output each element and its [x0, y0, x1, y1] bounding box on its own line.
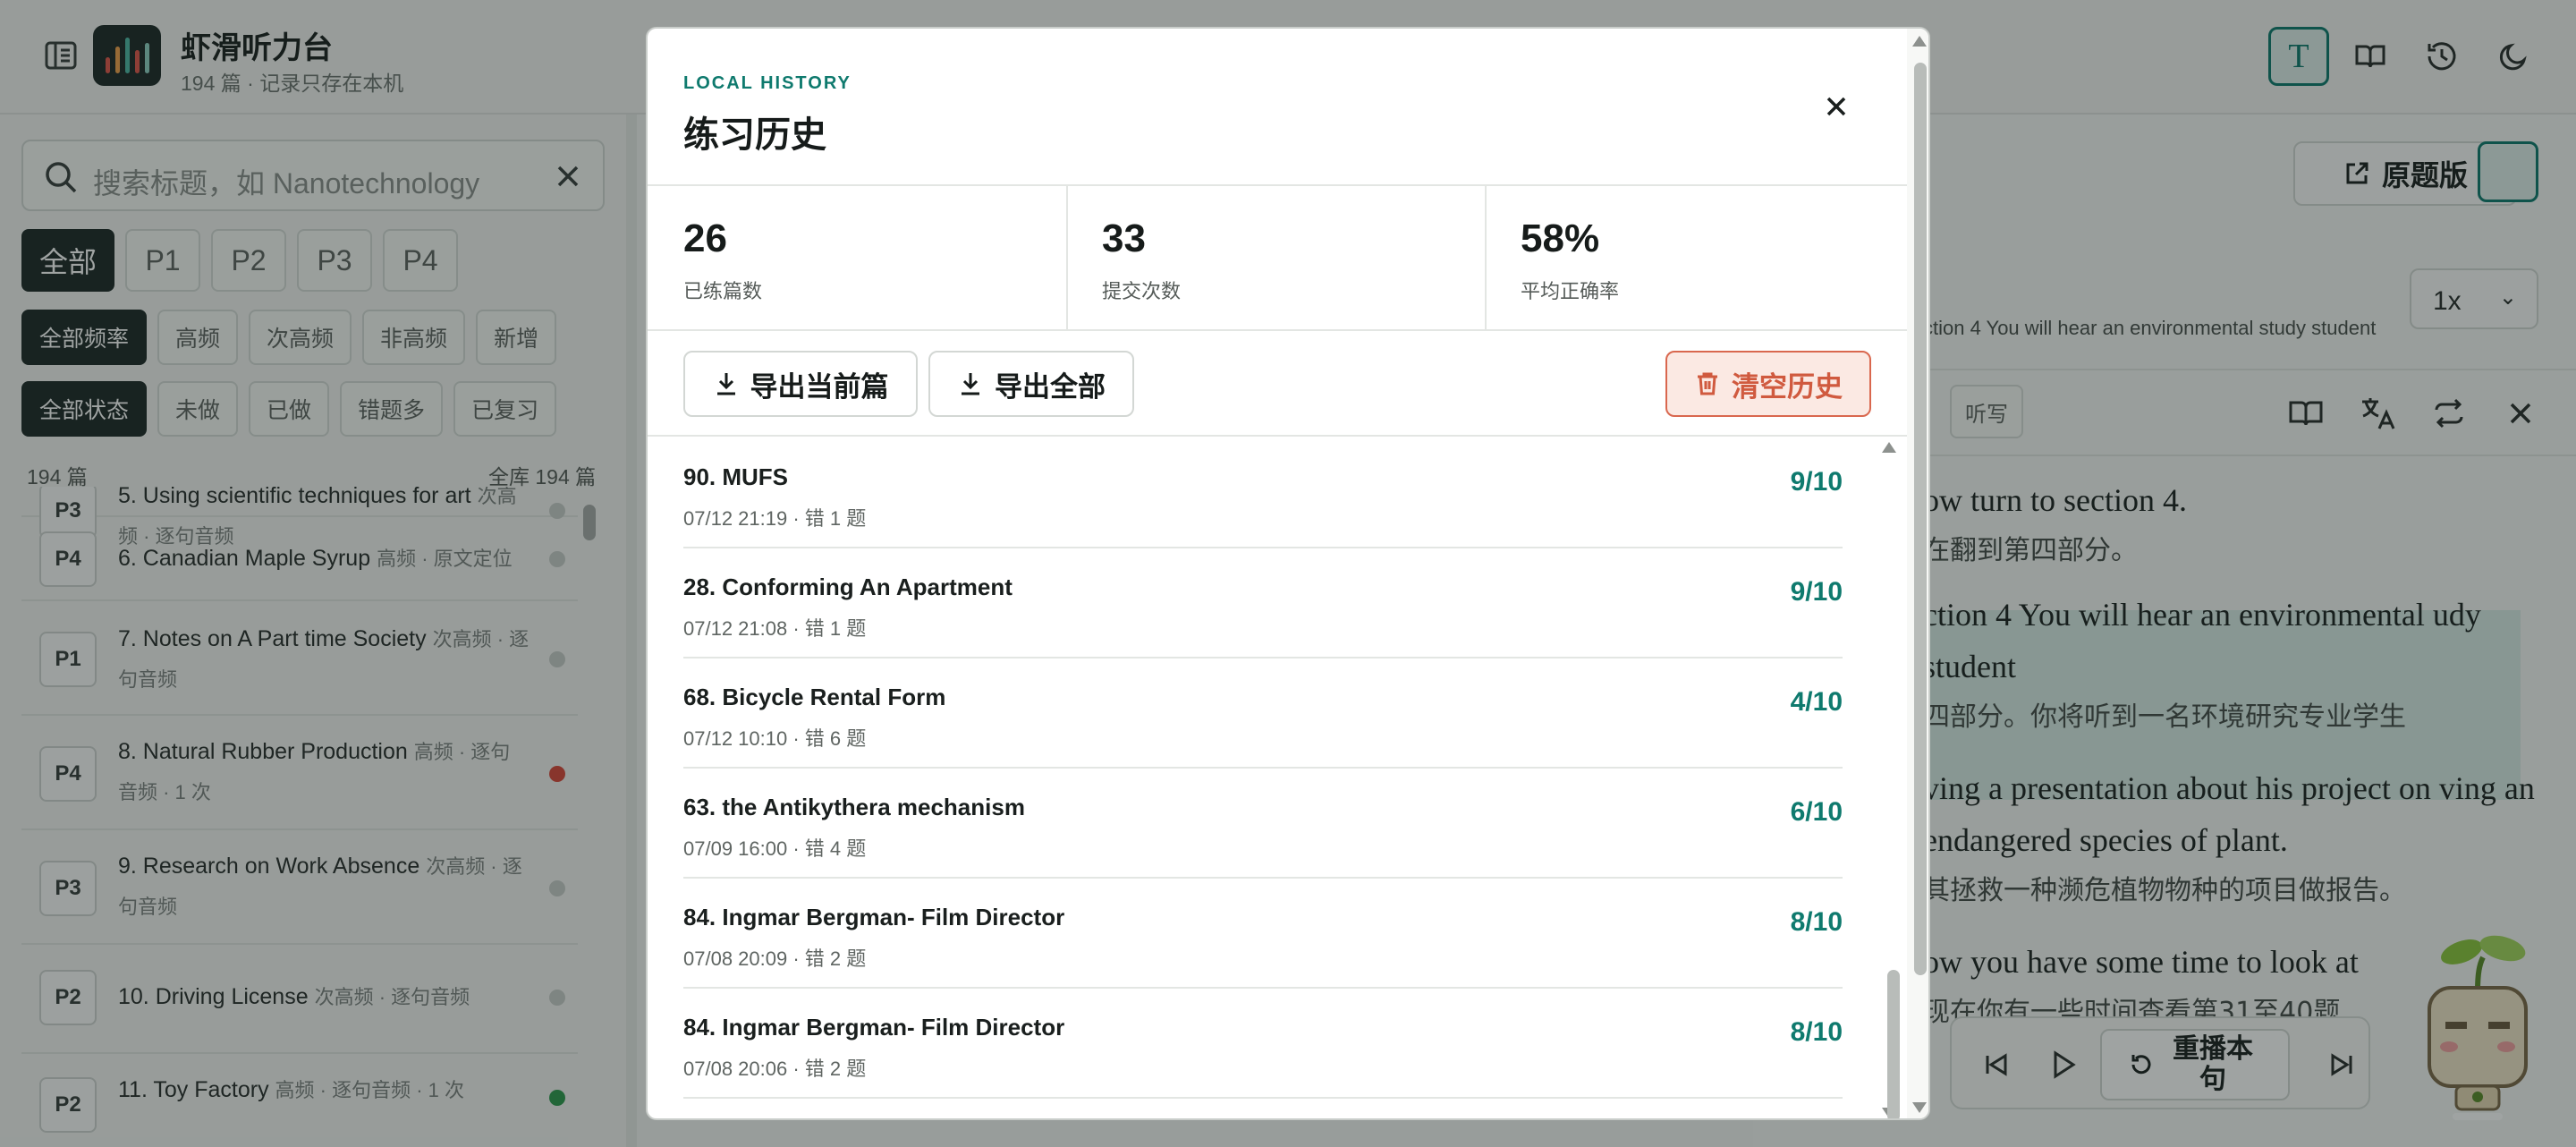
stat-value: 26: [683, 217, 727, 260]
trash-icon: [1698, 372, 1717, 395]
download-icon: [716, 373, 735, 395]
history-score: 8/10: [1790, 907, 1843, 937]
history-score: 6/10: [1790, 797, 1843, 827]
history-item[interactable]: 90. MUFS 07/12 21:19 · 错 1 题 9/10: [683, 438, 1843, 548]
history-meta: 07/12 21:08 · 错 1 题: [683, 617, 867, 640]
export-current-label: 导出当前篇: [750, 370, 889, 403]
stat-value: 33: [1102, 217, 1146, 260]
history-scrollbar-thumb[interactable]: [1887, 970, 1900, 1118]
history-item[interactable]: 28. Conforming An Apartment 07/12 21:08 …: [683, 548, 1843, 658]
history-item[interactable]: 84. Ingmar Bergman- Film Director 07/08 …: [683, 879, 1843, 989]
stat-value: 58%: [1521, 217, 1600, 260]
history-title: 63. the Antikythera mechanism: [683, 794, 1025, 820]
history-modal: LOCAL HISTORY 练习历史 26 已练篇数 33 提交次数 58% 平…: [646, 27, 1930, 1120]
history-meta: 07/12 21:19 · 错 1 题: [683, 507, 867, 530]
history-meta: 07/09 16:00 · 错 4 题: [683, 837, 867, 860]
history-meta: 07/08 20:09 · 错 2 题: [683, 947, 867, 970]
modal-scrollbar[interactable]: [1907, 29, 1928, 1118]
clear-history-button[interactable]: 清空历史: [1665, 351, 1871, 417]
history-list: 90. MUFS 07/12 21:19 · 错 1 题 9/10 28. Co…: [683, 438, 1843, 1118]
history-score: 4/10: [1790, 687, 1843, 717]
download-icon: [962, 373, 979, 395]
scroll-up-icon[interactable]: [1911, 34, 1928, 48]
history-score: 8/10: [1790, 1017, 1843, 1047]
history-title: 84. Ingmar Bergman- Film Director: [683, 904, 1065, 930]
history-title: 84. Ingmar Bergman- Film Director: [683, 1014, 1065, 1041]
modal-title: 练习历史: [683, 115, 826, 155]
clear-history-label: 清空历史: [1732, 370, 1843, 403]
stat-submissions: 33 提交次数: [1066, 186, 1487, 329]
stat-label: 提交次数: [1102, 280, 1182, 302]
close-icon[interactable]: [1821, 91, 1852, 122]
modal-divider: [648, 329, 1907, 331]
history-item[interactable]: 84. Ingmar Bergman- Film Director 07/08 …: [683, 989, 1843, 1099]
stat-practiced: 26 已练篇数: [648, 186, 1068, 329]
export-all-button[interactable]: 导出全部: [928, 351, 1134, 417]
history-title: 28. Conforming An Apartment: [683, 574, 1013, 600]
modal-divider: [648, 435, 1907, 437]
export-all-label: 导出全部: [995, 370, 1106, 403]
history-item[interactable]: 63. the Antikythera mechanism 07/09 16:0…: [683, 769, 1843, 879]
stat-label: 平均正确率: [1521, 280, 1620, 302]
history-score: 9/10: [1790, 577, 1843, 607]
history-title: 68. Bicycle Rental Form: [683, 684, 946, 710]
scroll-down-icon[interactable]: [1911, 1100, 1928, 1115]
modal-scrollbar-thumb[interactable]: [1914, 63, 1927, 975]
stat-accuracy: 58% 平均正确率: [1485, 186, 1905, 329]
modal-kicker: LOCAL HISTORY: [683, 73, 852, 93]
history-title: 90. MUFS: [683, 463, 789, 490]
history-score: 9/10: [1790, 467, 1843, 497]
export-current-button[interactable]: 导出当前篇: [683, 351, 918, 417]
history-item[interactable]: 68. Bicycle Rental Form 07/12 10:10 · 错 …: [683, 658, 1843, 769]
stat-label: 已练篇数: [683, 280, 763, 302]
history-meta: 07/12 10:10 · 错 6 题: [683, 727, 867, 750]
history-meta: 07/08 20:06 · 错 2 题: [683, 1058, 867, 1080]
